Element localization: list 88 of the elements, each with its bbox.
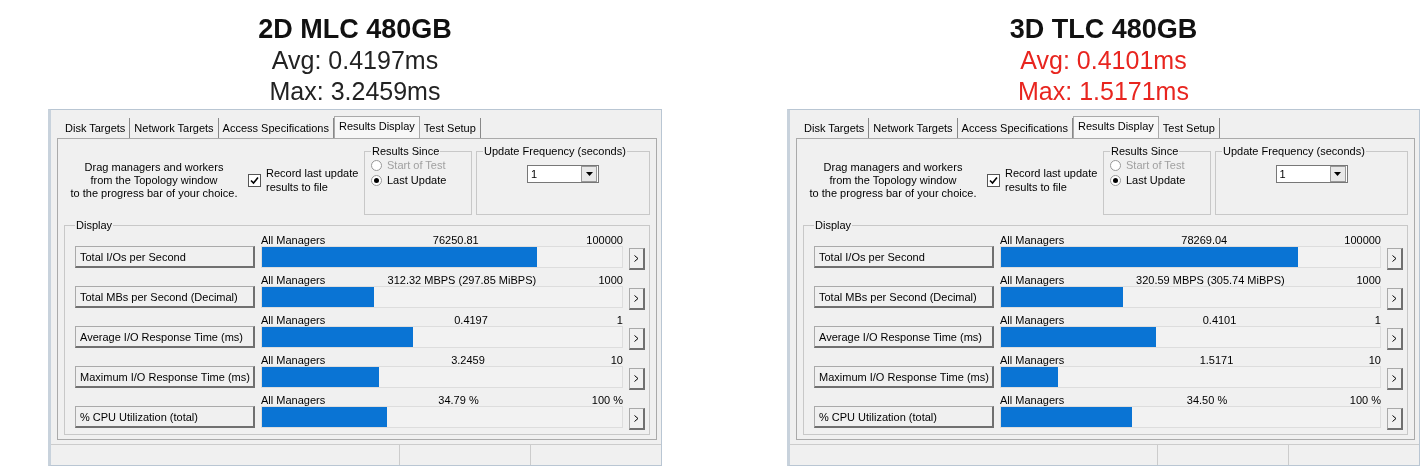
expand-button[interactable] <box>1387 408 1403 430</box>
max-label: 100000 <box>1344 234 1381 246</box>
chevron-right-icon <box>634 415 639 422</box>
source-label: All Managers <box>1000 314 1065 326</box>
chevron-right-icon <box>1392 255 1397 262</box>
panel-title: 2D MLC 480GB <box>258 14 452 45</box>
chevron-right-icon <box>1392 415 1397 422</box>
expand-button[interactable] <box>1387 328 1403 350</box>
group-title: Display <box>814 219 853 231</box>
source-label: All Managers <box>261 354 326 366</box>
source-label: All Managers <box>261 394 326 406</box>
radio-label: Last Update <box>387 174 447 186</box>
expand-button[interactable] <box>629 328 645 350</box>
chevron-right-icon <box>634 335 639 342</box>
reading-label: 0.4197 <box>454 314 488 326</box>
source-label: All Managers <box>261 274 326 286</box>
checkbox[interactable] <box>987 173 1000 187</box>
group-title: Results Since <box>371 145 441 157</box>
metric-button[interactable]: Total I/Os per Second <box>814 246 994 268</box>
stat-line: Max: 3.2459ms <box>269 76 441 107</box>
reading-label: 3.2459 <box>451 354 485 366</box>
expand-button[interactable] <box>1387 368 1403 390</box>
reading-label: 78269.04 <box>1181 234 1228 246</box>
source-label: All Managers <box>1000 274 1065 286</box>
max-label: 1000 <box>598 274 623 286</box>
stat-line: Max: 1.5171ms <box>1018 76 1189 107</box>
tab[interactable]: Results Display <box>1073 116 1159 138</box>
max-label: 100000 <box>586 234 623 246</box>
max-label: 10 <box>1368 354 1381 366</box>
source-label: All Managers <box>1000 234 1065 246</box>
chevron-right-icon <box>1392 295 1397 302</box>
max-label: 1 <box>1374 314 1381 326</box>
reading-label: 34.79 % <box>438 394 479 406</box>
max-label: 100 % <box>1349 394 1381 406</box>
panel-title: 3D TLC 480GB <box>1009 14 1198 45</box>
expand-button[interactable] <box>629 248 645 270</box>
frequency-dropdown[interactable]: 1 <box>527 165 599 183</box>
max-label: 100 % <box>591 394 623 406</box>
reading-label: 320.59 MBPS (305.74 MiBPS) <box>1136 274 1285 286</box>
chevron-right-icon <box>634 295 639 302</box>
chevron-right-icon <box>634 255 639 262</box>
checkbox[interactable] <box>248 173 261 187</box>
stat-line: Avg: 0.4197ms <box>271 45 439 76</box>
radio-label: Last Update <box>1126 174 1186 186</box>
chevron-right-icon <box>1392 335 1397 342</box>
reading-label: 34.50 % <box>1186 394 1228 406</box>
metric-button[interactable]: % CPU Utilization (total) <box>814 406 994 428</box>
checkbox-label: Record last update results to file <box>266 166 360 194</box>
reading-label: 0.4101 <box>1202 314 1237 326</box>
expand-button[interactable] <box>629 288 645 310</box>
max-label: 10 <box>610 354 623 366</box>
expand-button[interactable] <box>629 408 645 430</box>
metric-button[interactable]: % CPU Utilization (total) <box>75 406 255 428</box>
expand-button[interactable] <box>1387 288 1403 310</box>
chevron-right-icon <box>634 375 639 382</box>
group-title: Update Frequency (seconds) <box>1222 145 1366 157</box>
reading-label: 312.32 MBPS (297.85 MiBPS) <box>387 274 537 286</box>
radio-button[interactable] <box>371 174 382 186</box>
tab[interactable]: Results Display <box>334 116 420 138</box>
radio-button[interactable] <box>1110 174 1121 186</box>
max-label: 1 <box>616 314 623 326</box>
radio-label: Start of Test <box>387 159 446 171</box>
frequency-dropdown[interactable]: 1 <box>1275 165 1348 183</box>
metric-button[interactable]: Total MBs per Second (Decimal) <box>814 286 994 308</box>
metric-button[interactable]: Total MBs per Second (Decimal) <box>75 286 255 308</box>
reading-label: 1.5171 <box>1199 354 1234 366</box>
source-label: All Managers <box>261 234 326 246</box>
expand-button[interactable] <box>1387 248 1403 270</box>
metric-button[interactable]: Average I/O Response Time (ms) <box>814 326 994 348</box>
hint-text: Drag managers and workers from the Topology window to the progress bar of your choice. <box>808 160 978 200</box>
chevron-right-icon <box>1392 375 1397 382</box>
group-title: Display <box>75 219 114 231</box>
hint-text: Drag managers and workers from the Topology window to the progress bar of your choice. <box>69 160 239 200</box>
metric-button[interactable]: Maximum I/O Response Time (ms) <box>75 366 255 388</box>
max-label: 1000 <box>1356 274 1381 286</box>
metric-button[interactable]: Maximum I/O Response Time (ms) <box>814 366 994 388</box>
reading-label: 76250.81 <box>432 234 479 246</box>
metric-button[interactable]: Average I/O Response Time (ms) <box>75 326 255 348</box>
source-label: All Managers <box>1000 394 1065 406</box>
group-title: Update Frequency (seconds) <box>483 145 627 157</box>
expand-button[interactable] <box>629 368 645 390</box>
metric-button[interactable]: Total I/Os per Second <box>75 246 255 268</box>
group-title: Results Since <box>1110 145 1180 157</box>
source-label: All Managers <box>261 314 326 326</box>
source-label: All Managers <box>1000 354 1065 366</box>
radio-label: Start of Test <box>1126 159 1185 171</box>
checkbox-label: Record last update results to file <box>1005 166 1099 194</box>
stat-line: Avg: 0.4101ms <box>1020 45 1187 76</box>
